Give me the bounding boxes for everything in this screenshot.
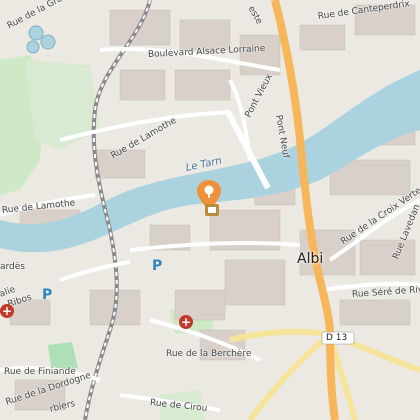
road-shield-d13: D 13	[326, 333, 348, 343]
parking-icon[interactable]: P	[152, 258, 162, 274]
street-label-finiande: Rue de Finiande	[4, 367, 76, 377]
landmark-icon-inner	[208, 207, 216, 213]
parking-icon[interactable]: P	[42, 287, 52, 303]
map-view[interactable]: Rue de la Gravière Boulevard Alsace Lorr…	[0, 0, 420, 420]
hospital-icon[interactable]: +	[179, 315, 193, 329]
hospital-icon[interactable]: +	[0, 304, 14, 318]
street-label-berchere: Rue de la Berchère	[166, 349, 252, 359]
city-label: Albi	[297, 251, 324, 267]
street-label-bardes: ardès	[0, 262, 25, 272]
